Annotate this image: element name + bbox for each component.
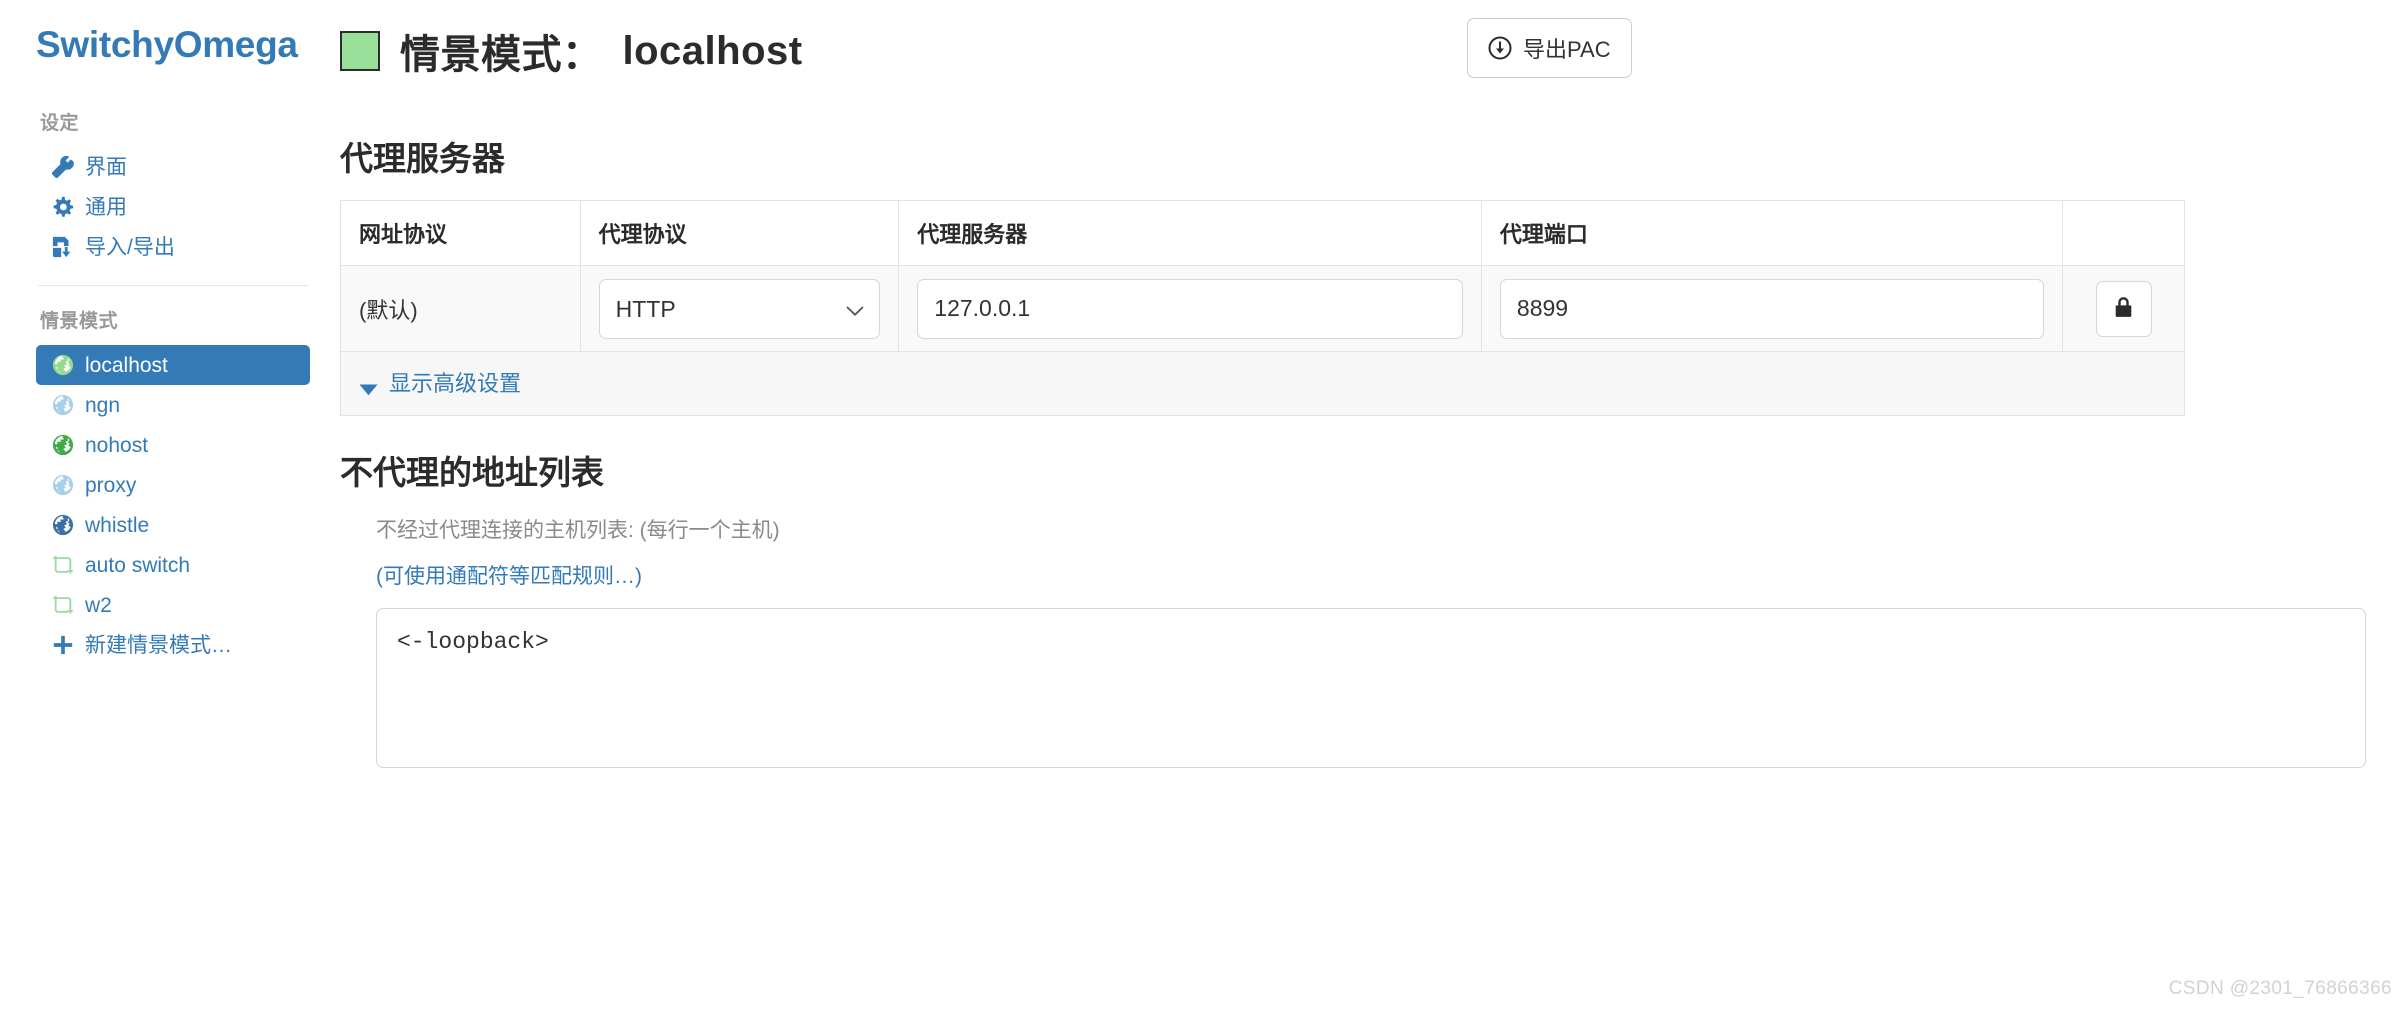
column-header-port: 代理端口 xyxy=(1480,200,2064,266)
sidebar-settings-list: 界面 通用 导入/导出 xyxy=(36,147,310,267)
column-header-server: 代理服务器 xyxy=(898,200,1482,266)
sidebar-item-label: 界面 xyxy=(85,155,127,179)
sidebar-item-label: auto switch xyxy=(85,553,191,577)
switch-arrows-icon xyxy=(52,594,74,616)
cell-protocol: HTTP HTTPS SOCKS4 SOCKS5 xyxy=(579,265,900,352)
wrench-icon xyxy=(52,156,74,178)
sidebar-item-import-export[interactable]: 导入/导出 xyxy=(36,227,310,267)
table-header-row: 网址协议 代理协议 代理服务器 代理端口 xyxy=(340,200,2185,266)
proxy-table-body: (默认) HTTP HTTPS SOCKS4 SOCKS5 xyxy=(340,265,2185,416)
column-header-scheme: 网址协议 xyxy=(340,200,581,266)
sidebar-divider xyxy=(38,285,308,286)
sidebar-item-new-profile[interactable]: 新建情景模式… xyxy=(36,625,310,665)
page-title-prefix: 情景模式： xyxy=(400,33,603,77)
cell-advanced: 显示高级设置 xyxy=(340,351,2185,416)
sidebar-profiles-list: localhost ngn nohost proxy whistle auto … xyxy=(36,345,310,665)
scheme-default-label: (默认) xyxy=(359,297,418,323)
sidebar-item-label: whistle xyxy=(85,513,150,537)
globe-icon xyxy=(52,434,74,456)
sidebar-item-label: 导入/导出 xyxy=(85,235,175,259)
export-pac-label: 导出PAC xyxy=(1523,37,1611,62)
proxy-servers-table: 网址协议 代理协议 代理服务器 代理端口 (默认) HTTP 127.0.0.1… xyxy=(340,200,2185,416)
table-row: (默认) HTTP HTTPS SOCKS4 SOCKS5 xyxy=(340,265,2185,352)
sidebar-item-interface[interactable]: 界面 xyxy=(36,147,310,187)
sidebar-item-label: localhost xyxy=(85,353,168,377)
download-circle-icon xyxy=(1488,36,1512,60)
sidebar-item-ngn[interactable]: ngn xyxy=(36,385,310,425)
switch-arrows-icon xyxy=(52,554,74,576)
sidebar-profiles-heading: 情景模式 xyxy=(40,311,119,332)
options-page: SwitchyOmega 设定 界面 通用 导入/导出 情景模式 localho… xyxy=(0,0,2406,1012)
globe-icon xyxy=(52,394,74,416)
globe-icon xyxy=(52,514,74,536)
show-advanced-settings-link[interactable]: 显示高级设置 xyxy=(359,366,521,398)
show-advanced-settings-label: 显示高级设置 xyxy=(389,371,522,397)
bypass-description: 不经过代理连接的主机列表: (每行一个主机) xyxy=(376,519,780,542)
sidebar: SwitchyOmega 设定 界面 通用 导入/导出 情景模式 localho… xyxy=(0,0,340,1012)
sidebar-item-w2[interactable]: w2 xyxy=(36,585,310,625)
sidebar-item-label: 新建情景模式… xyxy=(85,633,232,657)
sidebar-settings-heading: 设定 xyxy=(40,113,80,134)
column-header-action xyxy=(2062,200,2185,266)
proxy-table-container: 网址协议 代理协议 代理服务器 代理端口 (默认) HTTP 127.0.0.1… xyxy=(340,200,2185,416)
sidebar-item-proxy[interactable]: proxy xyxy=(36,465,310,505)
column-header-protocol: 代理协议 xyxy=(579,200,900,266)
globe-icon xyxy=(52,354,74,376)
sidebar-item-label: nohost xyxy=(85,433,149,457)
proxy-section-title: 代理服务器 xyxy=(340,140,505,177)
bypass-section-title: 不代理的地址列表 xyxy=(340,454,604,491)
advanced-settings-row: 显示高级设置 xyxy=(340,351,2185,416)
page-title: 情景模式： localhost xyxy=(340,22,803,80)
cell-port xyxy=(1480,265,2064,352)
cell-action xyxy=(2062,265,2185,352)
sidebar-item-label: ngn xyxy=(85,393,121,417)
sidebar-item-nohost[interactable]: nohost xyxy=(36,425,310,465)
plus-icon xyxy=(52,634,74,656)
sidebar-item-whistle[interactable]: whistle xyxy=(36,505,310,545)
cell-server xyxy=(898,265,1482,352)
page-header: 情景模式： localhost 导出PAC xyxy=(340,0,2406,106)
sidebar-item-auto-switch[interactable]: auto switch xyxy=(36,545,310,585)
globe-icon xyxy=(52,474,74,496)
sidebar-item-label: w2 xyxy=(85,593,112,617)
sidebar-item-label: 通用 xyxy=(85,195,127,219)
watermark: CSDN @2301_76866366 xyxy=(2168,978,2392,999)
bypass-list-textarea[interactable]: <-loopback> xyxy=(376,608,2366,768)
profile-color-chip xyxy=(340,31,380,71)
main-content: 情景模式： localhost 导出PAC 代理服务器 网址协议 代理协议 代理… xyxy=(340,0,2406,1012)
app-brand-title: SwitchyOmega xyxy=(36,24,298,65)
bypass-wildcard-help-link[interactable]: (可使用通配符等匹配规则…) xyxy=(376,560,2406,590)
sidebar-item-localhost[interactable]: localhost xyxy=(36,345,310,385)
proxy-port-input[interactable] xyxy=(1499,278,2045,339)
sidebar-item-label: proxy xyxy=(85,473,137,497)
protocol-select[interactable]: HTTP HTTPS SOCKS4 SOCKS5 xyxy=(598,278,881,339)
gear-icon xyxy=(52,196,74,218)
cell-scheme: (默认) xyxy=(340,265,581,352)
proxy-table-head: 网址协议 代理协议 代理服务器 代理端口 xyxy=(340,200,2185,266)
lock-icon xyxy=(2111,295,2136,323)
export-pac-button[interactable]: 导出PAC xyxy=(1467,18,1632,78)
sidebar-item-general[interactable]: 通用 xyxy=(36,187,310,227)
chevron-down-icon xyxy=(359,376,378,395)
page-title-profile-name: localhost xyxy=(622,28,803,73)
protocol-select-wrapper: HTTP HTTPS SOCKS4 SOCKS5 xyxy=(598,278,881,339)
proxy-server-input[interactable] xyxy=(917,278,1463,339)
save-icon xyxy=(52,236,74,258)
lock-button[interactable] xyxy=(2095,280,2152,337)
